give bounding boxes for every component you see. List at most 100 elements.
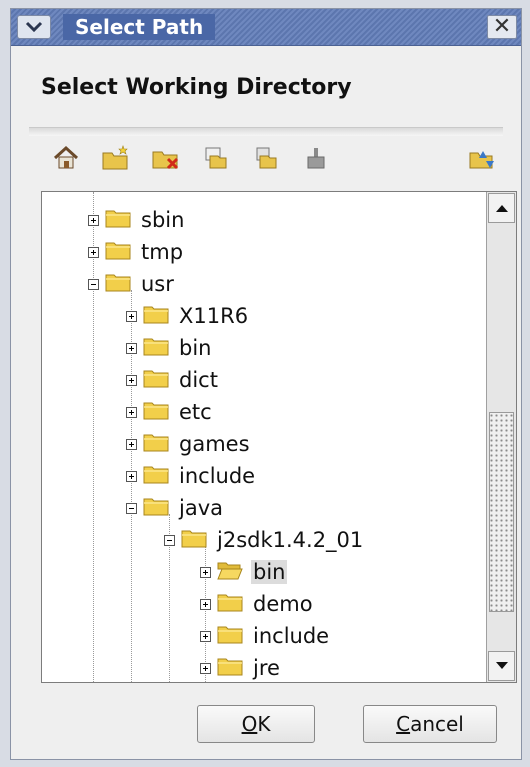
tree-item-label: java [179, 496, 223, 520]
tree-item[interactable]: usr [88, 268, 176, 300]
tree-item[interactable]: etc [126, 396, 214, 428]
expand-icon[interactable] [88, 214, 99, 226]
scroll-up-button[interactable] [488, 193, 515, 223]
folder-icon [143, 466, 169, 484]
folder [217, 656, 251, 680]
paste-icon [256, 147, 277, 169]
expand-icon[interactable] [88, 246, 99, 258]
toolbar [31, 141, 507, 181]
folder [105, 240, 139, 264]
folder-icon [105, 242, 131, 260]
folder-icon [217, 626, 243, 644]
expand-icon[interactable] [200, 662, 211, 674]
folder [217, 624, 251, 648]
cancel-mnemonic: C [396, 712, 411, 736]
arrow-down-icon [495, 662, 508, 669]
tree-item[interactable]: j2sdk1.4.2_01 [164, 524, 365, 556]
tree-item[interactable]: include [126, 460, 257, 492]
title-bar[interactable]: Select Path ✕ [11, 9, 521, 46]
folder [217, 592, 251, 616]
tree-item[interactable]: X11R6 [126, 300, 250, 332]
tree-item[interactable]: jre [200, 652, 282, 682]
folder [143, 336, 177, 360]
tree-item-label: include [179, 464, 256, 488]
expand-icon[interactable] [126, 310, 137, 322]
tree-item-label: tmp [141, 240, 184, 264]
tree-item[interactable]: sbin [88, 204, 186, 236]
tree-item-label: bin [179, 336, 212, 360]
tree-item[interactable]: tmp [88, 236, 185, 268]
copy-icon [205, 147, 227, 169]
home-icon [53, 145, 79, 169]
directory-tree[interactable]: sbin tmp usr X11R6 bin dict etc games include jav… [41, 191, 517, 683]
tree-item-label: include [253, 624, 330, 648]
expand-icon[interactable] [126, 374, 137, 386]
tree-item-label: X11R6 [179, 304, 249, 328]
tree-item[interactable]: dict [126, 364, 220, 396]
folder-icon [105, 274, 131, 292]
tree-item-label: jre [253, 656, 280, 680]
folder [143, 400, 177, 424]
folder-icon [143, 498, 169, 516]
cancel-label-rest: ancel [410, 712, 464, 736]
open-folder-icon [217, 562, 243, 580]
separator [29, 127, 503, 136]
home-button[interactable] [49, 141, 83, 175]
tree-item[interactable]: include [200, 620, 331, 652]
folder-icon [217, 658, 243, 676]
expand-icon[interactable] [126, 470, 137, 482]
expand-icon[interactable] [200, 630, 211, 642]
folder [143, 464, 177, 488]
ok-label-rest: K [257, 712, 271, 736]
expand-icon[interactable] [200, 598, 211, 610]
tree-item[interactable]: bin [126, 332, 213, 364]
ok-button[interactable]: OK [197, 705, 315, 743]
refresh-button[interactable] [465, 141, 499, 175]
vertical-scrollbar[interactable] [486, 192, 516, 682]
scroll-down-button[interactable] [488, 651, 515, 681]
window-menu-button[interactable] [17, 15, 51, 39]
folder [181, 528, 215, 552]
tree-item[interactable]: bin [200, 556, 288, 588]
delete-folder-icon [152, 151, 179, 170]
tree-item-label: j2sdk1.4.2_01 [217, 528, 364, 552]
folder-icon [217, 594, 243, 612]
delete-folder-button[interactable] [149, 141, 183, 175]
collapse-icon[interactable] [126, 502, 137, 514]
copy-button[interactable] [199, 141, 233, 175]
chevron-down-icon [25, 21, 43, 33]
properties-button[interactable] [299, 141, 333, 175]
tree-item-label: etc [179, 400, 212, 424]
expand-icon[interactable] [126, 438, 137, 450]
new-folder-button[interactable] [99, 141, 133, 175]
folder [105, 272, 139, 296]
close-icon: ✕ [492, 14, 512, 39]
folder-icon [105, 210, 131, 228]
tree-item[interactable]: java [126, 492, 225, 524]
close-button[interactable]: ✕ [487, 15, 517, 39]
open-folder [217, 560, 251, 584]
tree-item[interactable]: games [126, 428, 252, 460]
folder-icon [143, 370, 169, 388]
folder [143, 432, 177, 456]
tree-item-label: bin [251, 560, 288, 584]
collapse-icon[interactable] [88, 278, 99, 290]
window-title: Select Path [63, 14, 216, 40]
expand-icon[interactable] [126, 406, 137, 418]
folder-icon [143, 402, 169, 420]
dialog-heading: Select Working Directory [41, 75, 352, 100]
scroll-thumb[interactable] [489, 412, 514, 612]
folder-icon [143, 434, 169, 452]
expand-icon[interactable] [126, 342, 137, 354]
cancel-button[interactable]: Cancel [363, 705, 497, 743]
tree-item[interactable]: demo [200, 588, 315, 620]
collapse-icon[interactable] [164, 534, 175, 546]
paste-button[interactable] [249, 141, 283, 175]
select-path-dialog: Select Path ✕ Select Working Directory s… [10, 8, 522, 760]
folder [143, 368, 177, 392]
expand-icon[interactable] [200, 566, 211, 578]
folder-icon [181, 530, 207, 548]
properties-icon [307, 148, 325, 169]
folder [143, 304, 177, 328]
folder-icon [143, 306, 169, 324]
